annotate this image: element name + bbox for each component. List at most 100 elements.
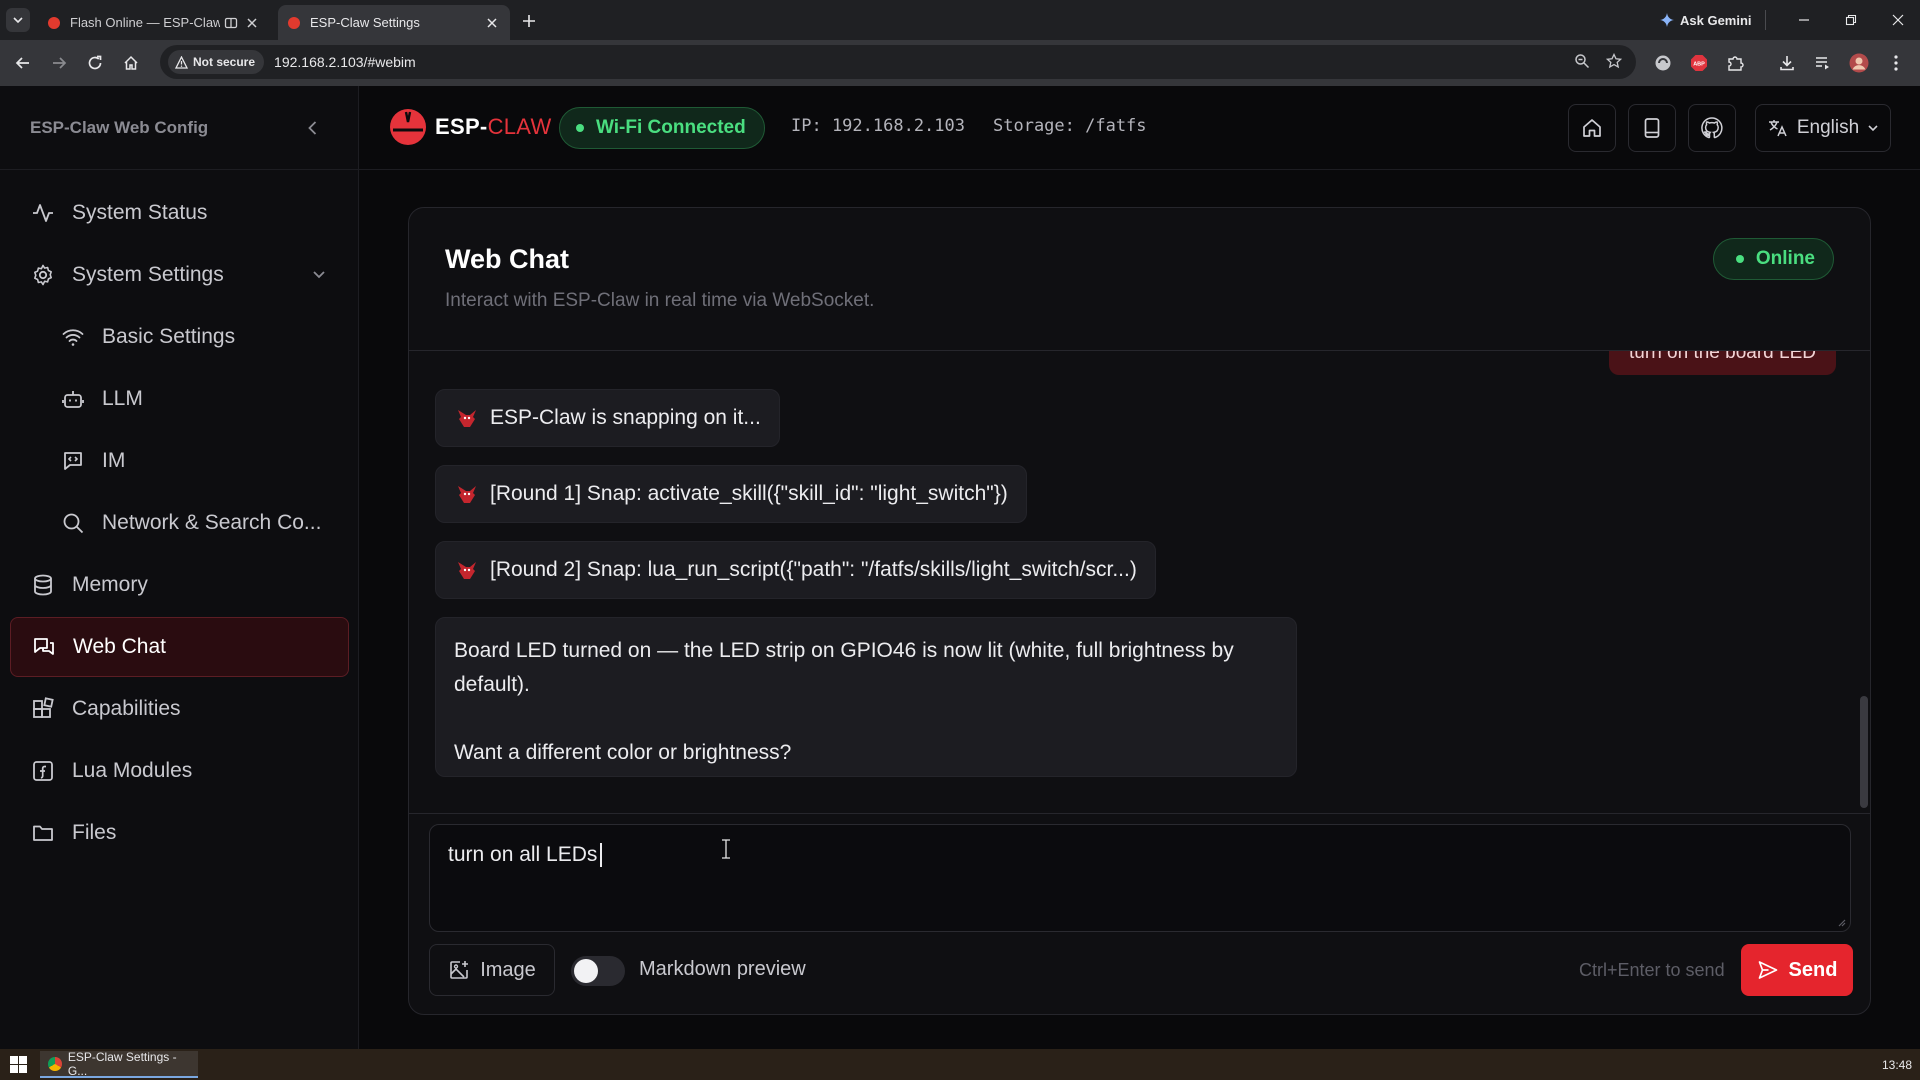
chrome-icon — [48, 1056, 62, 1071]
ask-gemini-button[interactable]: Ask Gemini — [1660, 9, 1752, 31]
media-queue-icon[interactable] — [1812, 52, 1834, 74]
adblock-icon[interactable]: ABP — [1688, 52, 1710, 74]
markdown-preview-label: Markdown preview — [639, 958, 806, 980]
sidebar-item-lua-modules[interactable]: Lua Modules — [10, 741, 349, 801]
sidebar-item-files[interactable]: Files — [10, 803, 349, 863]
sidebar-item-network-search[interactable]: Network & Search Co... — [10, 493, 349, 553]
attach-image-label: Image — [480, 958, 536, 981]
sidebar-item-web-chat[interactable]: Web Chat — [10, 617, 349, 677]
message-list[interactable]: turn on the board LED ESP-Claw is snappi… — [409, 351, 1870, 814]
start-button[interactable] — [10, 1056, 27, 1073]
download-icon[interactable] — [1776, 52, 1798, 74]
tab-search-button[interactable] — [6, 8, 30, 32]
os-taskbar: ESP-Claw Settings - G... 13:48 — [0, 1049, 1920, 1080]
device-button[interactable] — [1628, 104, 1676, 152]
tablet-icon — [1644, 118, 1660, 138]
claw-emoji-icon — [454, 557, 480, 583]
sidebar-item-label: LLM — [102, 387, 143, 410]
sidebar-item-label: System Status — [72, 201, 208, 224]
language-select[interactable]: English — [1755, 104, 1891, 152]
page-title: Web Chat — [445, 244, 570, 274]
sidebar-item-system-settings[interactable]: System Settings — [10, 245, 349, 305]
collapse-sidebar-icon[interactable] — [303, 118, 323, 138]
security-indicator[interactable]: Not secure — [168, 50, 265, 74]
bot-status-message: [Round 2] Snap: lua_run_script({"path": … — [435, 541, 1156, 599]
folder-icon — [30, 820, 56, 846]
message-input[interactable]: turn on all LEDs — [429, 824, 1851, 932]
claw-emoji-icon — [454, 405, 480, 431]
sidebar-header: ESP-Claw Web Config — [0, 86, 359, 170]
plus-icon — [523, 15, 535, 27]
close-tab-icon[interactable] — [484, 15, 500, 31]
new-tab-button[interactable] — [518, 10, 540, 32]
logo-text-accent: CLAW — [487, 114, 552, 139]
reload-button[interactable] — [84, 52, 106, 74]
status-dot — [576, 124, 584, 132]
split-view-icon[interactable] — [224, 16, 238, 30]
browser-tab-settings[interactable]: ESP-Claw Settings — [278, 5, 510, 40]
scrollbar-thumb[interactable] — [1860, 696, 1868, 808]
device-meta: IP: 192.168.2.103 Storage: /fatfs — [791, 116, 1147, 136]
send-button[interactable]: Send — [1741, 944, 1853, 996]
zoom-icon[interactable] — [1574, 53, 1590, 69]
logo[interactable]: ESP-CLAW — [389, 108, 552, 146]
back-button[interactable] — [12, 52, 34, 74]
sidebar-item-system-status[interactable]: System Status — [10, 183, 349, 243]
tab-title: Flash Online — ESP-Claw — [70, 15, 220, 30]
message-text: ESP-Claw is snapping on it... — [490, 406, 761, 429]
wifi-icon — [60, 324, 86, 350]
logo-text: ESP-CLAW — [435, 114, 552, 140]
web-chat-card: Web Chat Interact with ESP-Claw in real … — [408, 207, 1871, 1015]
close-window-button[interactable] — [1888, 10, 1908, 30]
extension-shield-icon[interactable] — [1652, 52, 1674, 74]
sidebar-item-label: Web Chat — [73, 635, 166, 658]
gemini-sparkle-icon — [1660, 13, 1674, 27]
url-text: 192.168.2.103/#webim — [274, 54, 416, 70]
function-icon — [30, 758, 56, 784]
home-button[interactable] — [120, 52, 142, 74]
markdown-preview-toggle[interactable] — [571, 956, 625, 986]
arrow-left-icon — [15, 57, 29, 69]
taskbar-app-chrome[interactable]: ESP-Claw Settings - G... — [40, 1050, 198, 1078]
chevron-down-icon — [311, 266, 327, 282]
restore-button[interactable] — [1841, 10, 1861, 30]
send-icon — [1758, 961, 1777, 979]
bot-reply-message: Board LED turned on — the LED strip on G… — [435, 617, 1297, 777]
attach-image-button[interactable]: Image — [429, 944, 555, 996]
github-button[interactable] — [1688, 104, 1736, 152]
send-label: Send — [1788, 958, 1838, 981]
sidebar-item-llm[interactable]: LLM — [10, 369, 349, 429]
connection-status-badge: Online — [1712, 238, 1834, 280]
forward-button[interactable] — [48, 52, 70, 74]
close-tab-icon[interactable] — [244, 15, 260, 31]
security-label: Not secure — [193, 55, 256, 69]
user-message-bubble: turn on the board LED — [1609, 351, 1836, 375]
sidebar-item-basic-settings[interactable]: Basic Settings — [10, 307, 349, 367]
minimize-button[interactable] — [1794, 10, 1814, 30]
warning-icon — [175, 55, 188, 69]
bot-icon — [60, 386, 86, 412]
extensions-puzzle-icon[interactable] — [1724, 52, 1746, 74]
claw-emoji-icon — [454, 481, 480, 507]
home-button[interactable] — [1568, 104, 1616, 152]
profile-avatar[interactable] — [1848, 52, 1870, 74]
reload-icon — [88, 55, 102, 70]
browser-menu-icon[interactable] — [1885, 52, 1907, 74]
reply-paragraph: Want a different color or brightness? — [454, 741, 792, 764]
sidebar-item-capabilities[interactable]: Capabilities — [10, 679, 349, 739]
app-header: ESP-CLAW Wi-Fi Connected IP: 192.168.2.1… — [359, 86, 1920, 170]
resize-handle-icon[interactable] — [1836, 917, 1846, 927]
chevron-down-icon — [1868, 125, 1878, 132]
status-dot — [1735, 255, 1744, 263]
browser-tab-flash[interactable]: Flash Online — ESP-Claw — [38, 5, 270, 40]
page-subtitle: Interact with ESP-Claw in real time via … — [445, 290, 875, 311]
user-message-text: turn on the board LED — [1629, 351, 1816, 363]
bookmark-star-icon[interactable] — [1606, 53, 1622, 69]
wifi-status-label: Wi-Fi Connected — [596, 117, 746, 138]
address-bar[interactable]: Not secure 192.168.2.103/#webim — [160, 45, 1636, 79]
sidebar-item-im[interactable]: IM — [10, 431, 349, 491]
sidebar-item-memory[interactable]: Memory — [10, 555, 349, 615]
restore-icon — [1845, 14, 1857, 26]
search-icon — [60, 510, 86, 536]
esp-claw-logo-icon — [390, 109, 426, 145]
